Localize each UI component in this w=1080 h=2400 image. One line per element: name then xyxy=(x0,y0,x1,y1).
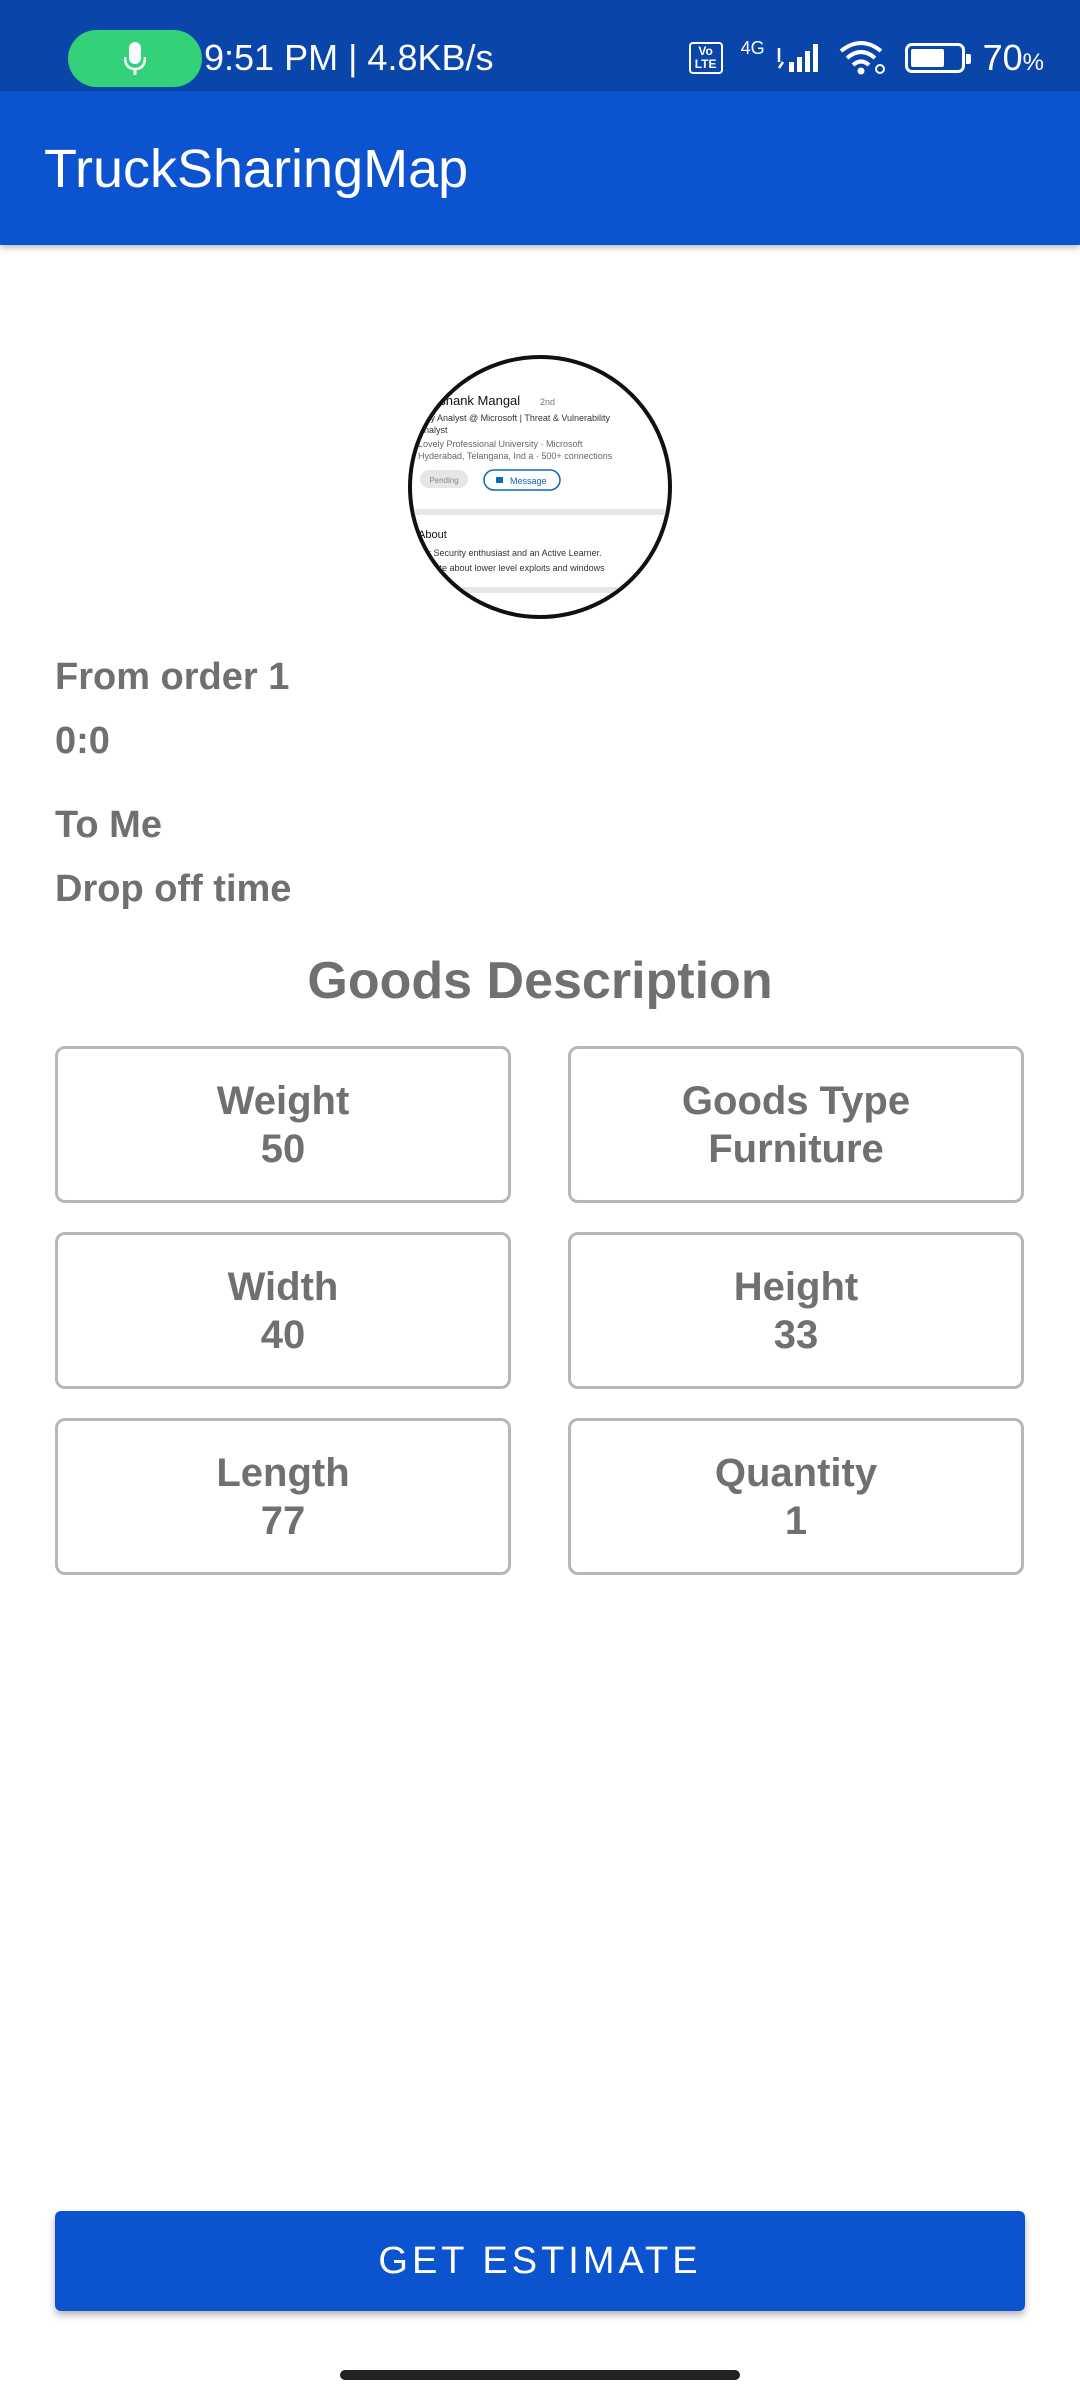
length-label: Length xyxy=(216,1450,350,1495)
quantity-card: Quantity 1 xyxy=(568,1418,1024,1575)
battery-icon xyxy=(904,43,971,73)
app-bar: TruckSharingMap xyxy=(0,91,1080,245)
network-type: 4G xyxy=(740,37,765,58)
profile-location: Hyderabad, Telangana, Ind a · 500+ conne… xyxy=(418,451,613,461)
lock-icon xyxy=(496,477,503,483)
profile-degree: 2nd xyxy=(540,397,555,407)
quantity-value: 1 xyxy=(784,1498,808,1543)
from-order-label: From order 1 xyxy=(55,656,290,698)
width-label: Width xyxy=(227,1264,339,1309)
profile-pending: Pending xyxy=(429,476,458,485)
volte-icon: Vo LTE xyxy=(688,42,723,74)
length-card: Length 77 xyxy=(55,1418,511,1575)
profile-about-title: About xyxy=(418,529,447,541)
wifi-icon xyxy=(839,41,885,75)
goods-type-card: Goods Type Furniture xyxy=(568,1046,1024,1203)
profile-message: Message xyxy=(510,476,547,486)
width-card: Width 40 xyxy=(55,1232,511,1389)
app-title: TruckSharingMap xyxy=(44,139,469,199)
mic-indicator[interactable] xyxy=(68,30,202,87)
goods-type-label: Goods Type xyxy=(681,1078,911,1123)
mic-icon xyxy=(124,41,146,75)
profile-about-1: ber Security enthusiast and an Active Le… xyxy=(418,548,602,558)
height-value: 33 xyxy=(773,1312,819,1357)
profile-avatar: ashank Mangal 2nd urity Analyst @ Micros… xyxy=(408,355,672,619)
profile-about-2: sionate about lower level exploits and w… xyxy=(418,563,605,573)
profile-headline-2: Analyst xyxy=(418,425,448,435)
dropoff-time-label: Drop off time xyxy=(55,868,292,910)
to-label: To Me xyxy=(55,804,162,846)
goods-type-value: Furniture xyxy=(708,1126,884,1171)
profile-name: ashank Mangal xyxy=(432,393,520,408)
quantity-label: Quantity xyxy=(714,1450,878,1495)
weight-value: 50 xyxy=(260,1126,306,1171)
width-value: 40 xyxy=(260,1312,306,1357)
status-time-speed: 9:51 PM | 4.8KB/s xyxy=(204,37,494,78)
height-card: Height 33 xyxy=(568,1232,1024,1389)
battery-fill xyxy=(910,49,945,67)
signal-icon xyxy=(777,44,818,72)
status-icons: Vo LTE 4G 70% xyxy=(688,30,1044,86)
get-estimate-button[interactable]: GET ESTIMATE xyxy=(55,2211,1025,2311)
goods-description-title: Goods Description xyxy=(307,952,773,1010)
pickup-time: 0:0 xyxy=(55,720,110,762)
battery-percent: 70% xyxy=(982,37,1044,78)
weight-label: Weight xyxy=(216,1078,350,1123)
height-label: Height xyxy=(733,1264,859,1309)
length-value: 77 xyxy=(260,1498,306,1543)
profile-education: Lovely Professional University · Microso… xyxy=(418,439,583,449)
profile-headline-1: urity Analyst @ Microsoft | Threat & Vul… xyxy=(418,413,611,423)
profile-image: ashank Mangal 2nd urity Analyst @ Micros… xyxy=(412,393,668,593)
status-bar: 9:51 PM | 4.8KB/s Vo LTE 4G 70% xyxy=(0,0,1080,91)
home-indicator[interactable] xyxy=(340,2370,740,2380)
weight-card: Weight 50 xyxy=(55,1046,511,1203)
